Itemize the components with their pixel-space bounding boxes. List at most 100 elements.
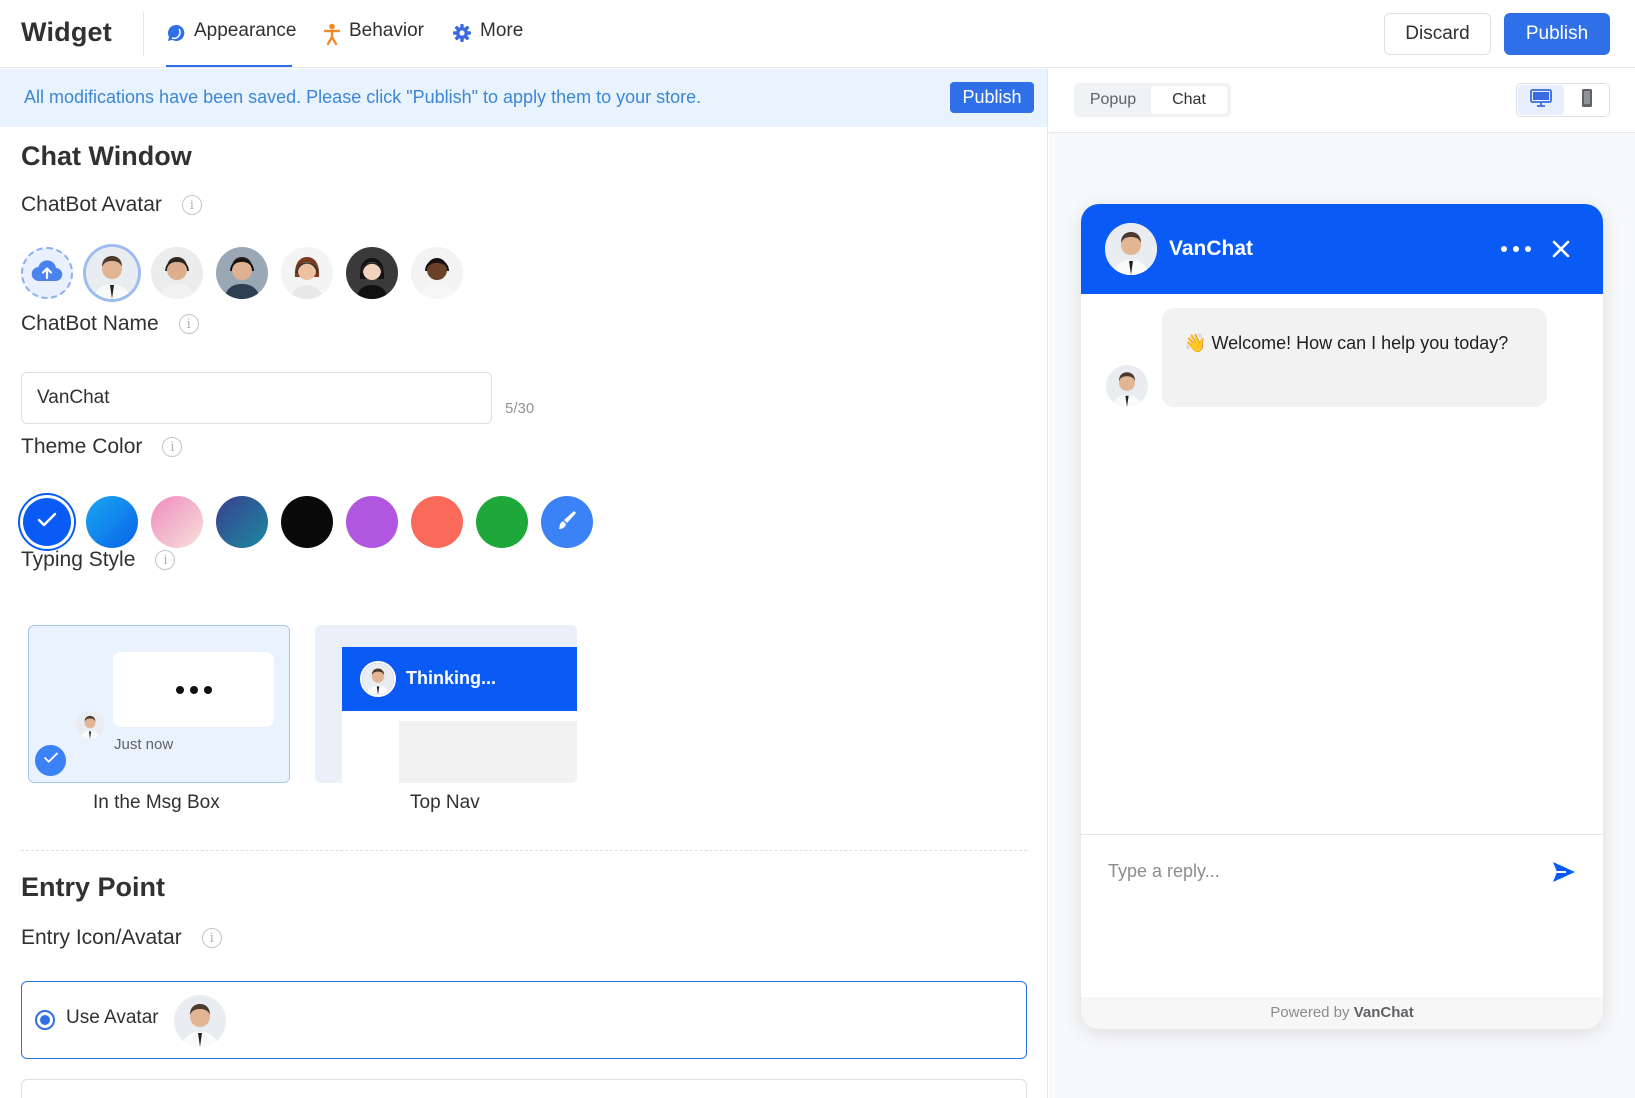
mobile-view-button[interactable] (1564, 85, 1609, 115)
saved-banner: All modifications have been saved. Pleas… (0, 69, 1047, 127)
tab-label: Appearance (194, 20, 297, 41)
use-avatar-option[interactable]: Use Avatar (21, 981, 1027, 1059)
selected-check-badge (35, 745, 66, 776)
tab-chat[interactable]: Chat (1151, 86, 1227, 114)
avatar-man-tie-icon (86, 247, 138, 299)
typing-style-top-nav-option[interactable]: Thinking... (315, 625, 577, 783)
avatar-option-5[interactable] (346, 247, 398, 299)
page-title: Widget (21, 17, 112, 47)
more-options-icon[interactable] (1501, 237, 1531, 261)
chatbot-avatar-label: ChatBot Avatar i (21, 193, 202, 217)
bot-avatar (1105, 223, 1157, 275)
custom-color-button[interactable] (541, 496, 593, 548)
cloud-upload-icon (31, 259, 63, 288)
typing-style-label: Typing Style i (21, 548, 176, 572)
label-text: ChatBot Name (21, 312, 159, 335)
avatar-woman-headset-icon (281, 247, 333, 299)
avatar-option-3[interactable] (216, 247, 268, 299)
label-text: Theme Color (21, 435, 143, 458)
info-icon[interactable]: i (181, 195, 202, 215)
option-label: Use Avatar (66, 1007, 159, 1028)
banner-publish-button[interactable]: Publish (950, 82, 1034, 113)
color-swatch-purple[interactable] (346, 496, 398, 548)
preview-toolbar: Popup Chat (1049, 69, 1635, 133)
typing-style-msg-box-option[interactable]: Just now (28, 625, 290, 783)
entry-icon-label: Entry Icon/Avatar i (21, 926, 222, 950)
label-text: ChatBot Avatar (21, 193, 162, 216)
mini-chat-header: Thinking... (342, 647, 577, 711)
info-icon[interactable]: i (201, 928, 222, 948)
desktop-view-button[interactable] (1518, 85, 1564, 115)
info-icon[interactable]: i (155, 550, 176, 570)
color-swatch-coral[interactable] (411, 496, 463, 548)
typing-style-caption: Top Nav (410, 792, 480, 813)
mini-chat-body (342, 711, 577, 783)
typing-dot (189, 685, 198, 694)
tab-popup[interactable]: Popup (1077, 86, 1149, 114)
preview-mode-switch: Popup Chat (1074, 83, 1231, 117)
welcome-message: 👋 Welcome! How can I help you today? (1162, 308, 1547, 407)
check-icon (42, 749, 60, 772)
avatar-option-4[interactable] (281, 247, 333, 299)
dot (1525, 246, 1531, 252)
theme-color-label: Theme Color i (21, 435, 183, 459)
label-text: Typing Style (21, 548, 136, 571)
typing-style-caption: In the Msg Box (93, 792, 220, 813)
section-title-chat-window: Chat Window (21, 141, 192, 171)
entry-icon-option[interactable] (21, 1079, 1027, 1098)
avatar-option-6[interactable] (411, 247, 463, 299)
check-icon (35, 508, 59, 537)
person-icon (323, 20, 341, 51)
color-swatch-pink-gradient[interactable] (151, 496, 203, 548)
color-swatch-sky-gradient[interactable] (86, 496, 138, 548)
desktop-icon (1530, 88, 1552, 112)
avatar-man-headset-icon (151, 247, 203, 299)
preview-panel: Popup Chat VanChat 👋 Welcome! How can I … (1049, 69, 1635, 1098)
top-bar: Widget Appearance Behavior More Discard … (0, 0, 1635, 68)
tab-more[interactable]: More (452, 20, 523, 67)
avatar-option-1[interactable] (86, 247, 138, 299)
discard-button[interactable]: Discard (1384, 13, 1491, 55)
color-swatch-black[interactable] (281, 496, 333, 548)
reply-input[interactable]: Type a reply... (1108, 861, 1220, 882)
color-swatch-navy-teal-gradient[interactable] (216, 496, 268, 548)
info-icon[interactable]: i (178, 314, 199, 334)
avatar (174, 995, 226, 1047)
typing-bubble (113, 652, 274, 727)
avatar (360, 661, 396, 697)
avatar-option-2[interactable] (151, 247, 203, 299)
color-swatch-green[interactable] (476, 496, 528, 548)
tab-appearance[interactable]: Appearance (166, 20, 296, 67)
radio-selected[interactable] (35, 1010, 55, 1030)
avatar-man-headset-icon (216, 247, 268, 299)
powered-brand: VanChat (1353, 1004, 1414, 1021)
color-swatch-blue-selected[interactable] (23, 498, 71, 546)
settings-panel: All modifications have been saved. Pleas… (0, 69, 1048, 1098)
paint-brush-icon (554, 507, 580, 538)
banner-text: All modifications have been saved. Pleas… (24, 87, 702, 107)
typing-dot (203, 685, 212, 694)
chat-bubble-icon (166, 20, 186, 49)
typing-time: Just now (114, 736, 174, 753)
mobile-icon (1581, 88, 1593, 113)
publish-button[interactable]: Publish (1504, 13, 1610, 55)
section-divider (21, 850, 1027, 851)
avatar-woman-headset-icon (346, 247, 398, 299)
info-icon[interactable]: i (162, 437, 183, 457)
chatbot-name-input[interactable]: VanChat (21, 372, 492, 424)
section-title-entry-point: Entry Point (21, 872, 166, 902)
powered-by: Powered by VanChat (1081, 997, 1603, 1029)
composer-divider (1081, 834, 1603, 835)
theme-color-picker (21, 496, 593, 548)
tab-behavior[interactable]: Behavior (323, 20, 424, 67)
message-avatar (1106, 365, 1148, 407)
chat-window-preview: VanChat 👋 Welcome! How can I help you to… (1081, 204, 1603, 1029)
upload-avatar-button[interactable] (21, 247, 73, 299)
char-counter: 5/30 (505, 400, 535, 417)
tab-label: Behavior (349, 20, 424, 41)
bot-name: VanChat (1169, 237, 1254, 260)
device-switch (1516, 83, 1610, 117)
send-icon[interactable] (1551, 860, 1577, 889)
dot (1513, 246, 1519, 252)
close-icon[interactable] (1551, 239, 1571, 264)
